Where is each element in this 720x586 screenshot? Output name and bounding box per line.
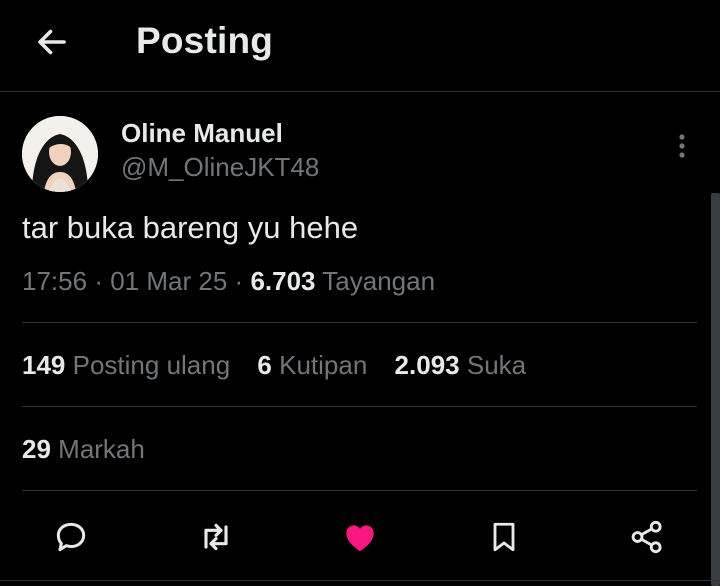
meta-separator: ·: [234, 266, 244, 296]
like-button[interactable]: [338, 515, 382, 559]
repost-button[interactable]: [194, 515, 238, 559]
post-time[interactable]: 17:56: [22, 266, 87, 296]
views-label: Tayangan: [322, 266, 436, 296]
reposts-stat[interactable]: 149 Posting ulang: [22, 350, 230, 381]
arrow-left-icon: [38, 29, 66, 55]
more-options-button[interactable]: [668, 130, 696, 162]
post-date[interactable]: 01 Mar 25: [110, 266, 227, 296]
divider: [22, 406, 697, 407]
quotes-label: Kutipan: [279, 350, 368, 380]
back-button[interactable]: [32, 22, 72, 62]
likes-count: 2.093: [394, 350, 460, 380]
bookmarks-count: 29: [22, 434, 51, 464]
divider: [0, 580, 720, 581]
author-handle[interactable]: @M_OlineJKT48: [121, 152, 319, 183]
reposts-count: 149: [22, 350, 66, 380]
avatar[interactable]: [22, 116, 98, 192]
repost-icon: [204, 523, 228, 551]
post-metadata: 17:56 · 01 Mar 25 · 6.703 Tayangan: [22, 266, 435, 297]
bookmarks-label: Markah: [58, 434, 145, 464]
post-text: tar buka bareng yu hehe: [22, 210, 359, 245]
reply-button[interactable]: [49, 515, 93, 559]
divider: [22, 322, 697, 323]
author-name[interactable]: Oline Manuel: [121, 118, 283, 149]
quotes-stat[interactable]: 6 Kutipan: [257, 350, 367, 381]
bookmarks-stat[interactable]: 29 Markah: [22, 434, 145, 465]
action-bar: [0, 505, 720, 565]
page-title: Posting: [136, 20, 274, 61]
share-button[interactable]: [625, 515, 669, 559]
like-icon: [346, 525, 374, 552]
likes-label: Suka: [466, 350, 527, 380]
bookmark-button[interactable]: [482, 515, 526, 559]
avatar-image: [22, 116, 98, 192]
likes-stat[interactable]: 2.093 Suka: [395, 350, 527, 381]
bookmark-icon: [493, 522, 515, 552]
views-count: 6.703: [250, 266, 316, 296]
engagement-stats: 149 Posting ulang 6 Kutipan 2.093 Suka: [22, 350, 546, 381]
more-vertical-icon: [679, 134, 685, 158]
meta-separator: ·: [94, 266, 103, 296]
divider: [22, 490, 697, 491]
reply-icon: [56, 522, 86, 552]
reposts-label: Posting ulang: [72, 350, 231, 380]
quotes-count: 6: [257, 350, 272, 380]
top-app-bar: Posting: [0, 0, 720, 92]
share-icon: [631, 520, 662, 554]
